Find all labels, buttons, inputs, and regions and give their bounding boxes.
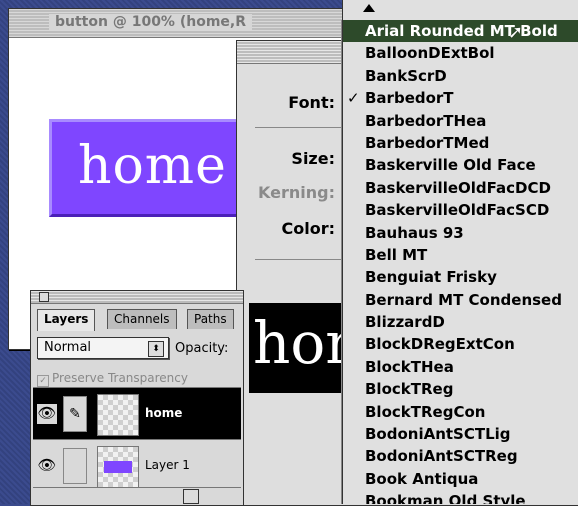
eye-icon[interactable]: 👁 (37, 404, 57, 424)
font-menu-item-label: BarbedorTHea (365, 111, 487, 130)
new-layer-icon[interactable] (183, 489, 199, 504)
font-menu-item-label: BlizzardD (365, 313, 445, 332)
font-menu-item[interactable]: BlockDRegExtCon (343, 333, 578, 355)
font-menu-item[interactable]: BlockTRegCon (343, 401, 578, 423)
eye-icon[interactable]: 👁 (37, 456, 57, 476)
font-menu-item[interactable]: Bauhaus 93 (343, 222, 578, 244)
font-menu-item[interactable]: BaskervilleOldFacSCD (343, 199, 578, 221)
opacity-label: Opacity: (175, 341, 229, 356)
scroll-up-arrow-icon (363, 4, 375, 12)
font-menu-item-label: BlockDRegExtCon (365, 335, 515, 354)
size-label: Size: (291, 149, 335, 168)
tab-layers[interactable]: Layers (37, 309, 96, 331)
font-menu-item[interactable]: Baskerville Old Face (343, 154, 578, 176)
menu-scroll-up[interactable] (342, 0, 578, 20)
font-label: Font: (288, 93, 335, 112)
font-menu-item[interactable]: BarbedorTHea (343, 110, 578, 132)
layer-name: Layer 1 (145, 458, 190, 472)
paintbrush-icon[interactable]: ✎ (63, 396, 87, 432)
font-menu-item-label: BankScrD (365, 66, 447, 85)
font-menu-item-label: Arial Rounded MT Bold (365, 22, 558, 40)
font-menu-item[interactable]: ✓ BarbedorT (343, 87, 578, 109)
font-menu: Arial Rounded MT Bold BalloonDExtBol BankS… (342, 20, 578, 504)
font-menu-item-label: Bell MT (365, 245, 428, 264)
palette-footer (33, 487, 241, 504)
layer-row[interactable]: 👁 Layer 1 (33, 439, 241, 492)
font-menu-item-label: BodoniAntSCTLig (365, 425, 511, 444)
font-menu-item[interactable]: BlockTHea (343, 356, 578, 378)
font-menu-item-label: Benguiat Frisky (365, 268, 497, 287)
paintbrush-slot[interactable] (63, 448, 87, 484)
home-button-text: home (78, 136, 227, 196)
font-menu-item[interactable]: Bell MT (343, 244, 578, 266)
font-menu-item[interactable]: Bookman Old Style (343, 490, 578, 504)
purple-swatch (104, 461, 132, 473)
font-menu-item-label: BarbedorT (365, 89, 454, 108)
preserve-transparency-label: Preserve Transparency (52, 371, 188, 385)
font-menu-item-label: BalloonDExtBol (365, 44, 495, 63)
font-menu-item[interactable]: BarbedorTMed (343, 132, 578, 154)
layer-row[interactable]: 👁 ✎ home (33, 387, 241, 440)
blend-mode-value: Normal (44, 340, 92, 355)
separator (255, 127, 355, 128)
palette-title-bar[interactable] (31, 291, 243, 304)
font-menu-item-label: BaskervilleOldFacSCD (365, 201, 550, 220)
checkbox-icon: ✓ (37, 375, 49, 387)
mouse-cursor-icon: ➚ (508, 22, 524, 43)
font-menu-item[interactable]: BodoniAntSCTReg (343, 445, 578, 467)
font-menu-item-label: Bookman Old Style (365, 492, 526, 504)
layers-palette: Layers Channels Paths Normal ⬍ Opacity: … (30, 290, 244, 506)
separator (255, 259, 355, 260)
updown-arrows-icon: ⬍ (148, 341, 164, 357)
document-title: button @ 100% (home,R (49, 14, 252, 30)
font-menu-item-label: BlockTRegCon (365, 402, 486, 421)
layer-thumbnail (97, 446, 139, 488)
font-menu-item-label: BaskervilleOldFacDCD (365, 178, 551, 197)
preserve-transparency-checkbox[interactable]: ✓ Preserve Transparency (37, 371, 188, 387)
font-menu-item[interactable]: BalloonDExtBol (343, 42, 578, 64)
kerning-label: Kerning: (258, 183, 335, 202)
layer-name: home (145, 406, 183, 420)
font-menu-item-label: Bernard MT Condensed (365, 290, 562, 309)
font-menu-item[interactable]: Bernard MT Condensed (343, 289, 578, 311)
font-menu-item-label: BarbedorTMed (365, 133, 490, 152)
font-menu-item[interactable]: BlockTReg (343, 378, 578, 400)
font-menu-item[interactable]: BlizzardD (343, 311, 578, 333)
document-title-bar[interactable]: button @ 100% (home,R (9, 9, 349, 38)
font-menu-item[interactable]: BankScrD (343, 65, 578, 87)
font-menu-item[interactable]: Arial Rounded MT Bold (343, 20, 578, 43)
tab-channels[interactable]: Channels (107, 309, 177, 329)
font-menu-item[interactable]: Book Antiqua (343, 468, 578, 490)
font-menu-item[interactable]: Benguiat Frisky (343, 266, 578, 288)
close-box-icon[interactable] (39, 292, 49, 302)
color-label: Color: (281, 219, 336, 238)
font-menu-item-label: BlockTReg (365, 380, 454, 399)
font-menu-item-label: Baskerville Old Face (365, 156, 536, 175)
font-menu-item-label: BlockTHea (365, 357, 454, 376)
tab-paths[interactable]: Paths (187, 309, 234, 329)
layer-thumbnail (97, 394, 139, 436)
font-menu-item[interactable]: BodoniAntSCTLig (343, 423, 578, 445)
font-menu-item-label: BodoniAntSCTReg (365, 447, 518, 466)
blend-mode-select[interactable]: Normal ⬍ (37, 337, 169, 359)
font-menu-item[interactable]: BaskervilleOldFacDCD (343, 177, 578, 199)
font-menu-item-label: Bauhaus 93 (365, 223, 464, 242)
home-button-artwork: home (49, 119, 249, 217)
font-menu-item-label: Book Antiqua (365, 469, 479, 488)
checkmark-icon: ✓ (347, 89, 360, 108)
